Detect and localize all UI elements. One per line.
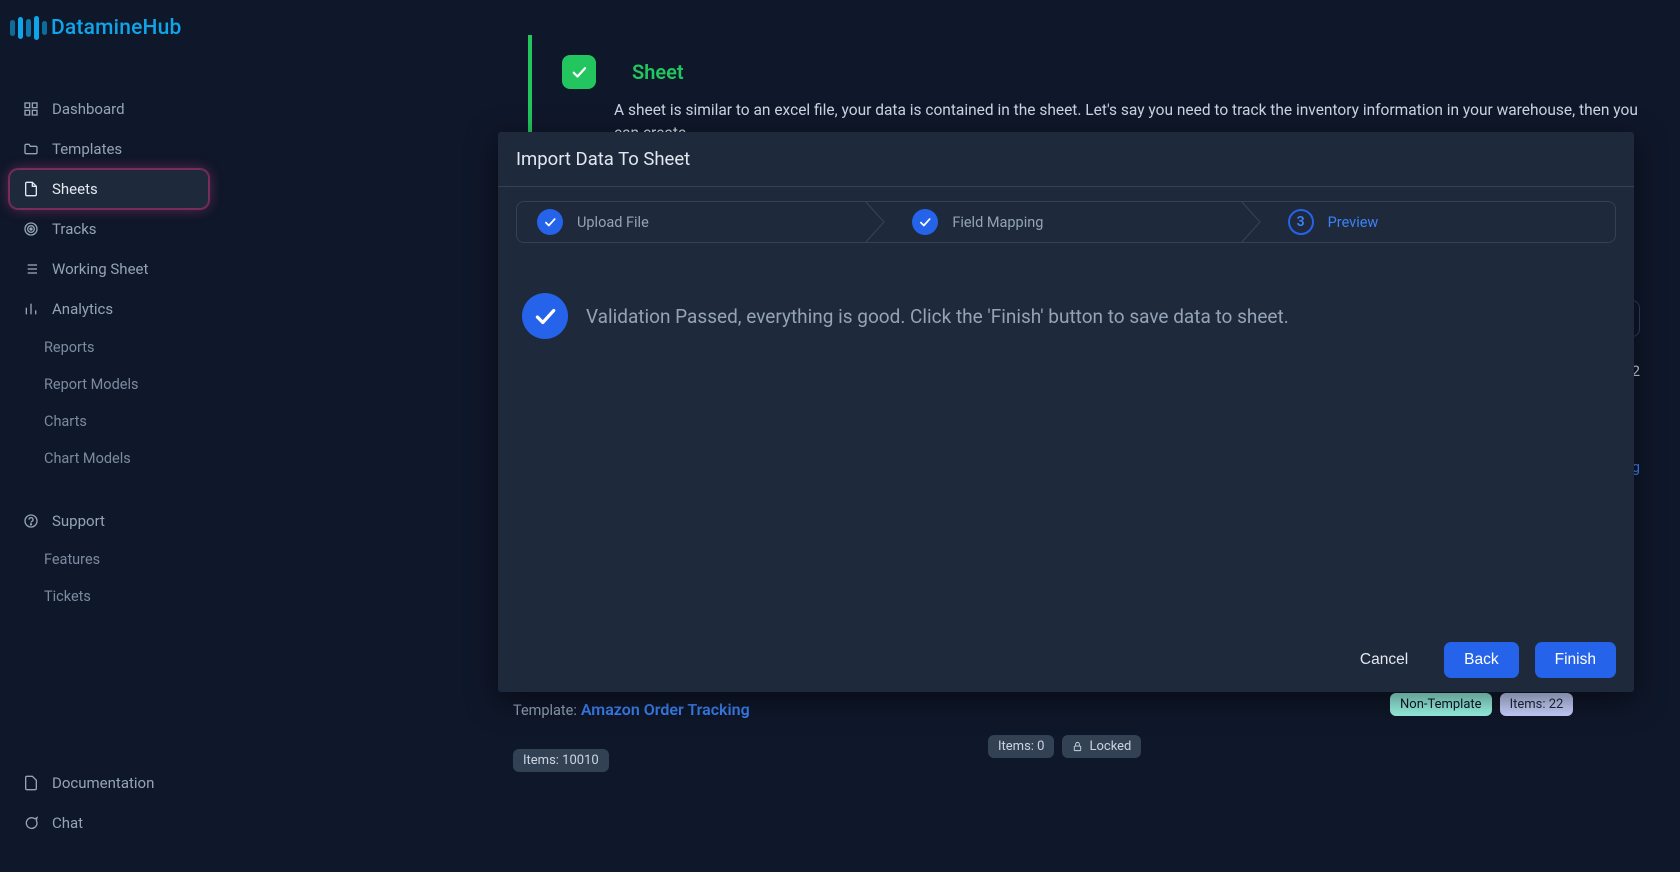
check-icon xyxy=(912,209,938,235)
target-icon xyxy=(22,220,40,238)
items-count-badge: Items: 0 xyxy=(988,735,1054,758)
check-icon xyxy=(562,55,596,89)
items-count-badge: Items: 22 xyxy=(1500,693,1574,716)
sidebar-item-tracks[interactable]: Tracks xyxy=(10,210,208,248)
sidebar-item-label: Templates xyxy=(52,140,122,158)
file-icon xyxy=(22,180,40,198)
sidebar-item-label: Dashboard xyxy=(52,100,125,118)
step-separator xyxy=(864,201,892,243)
step-separator xyxy=(1240,201,1268,243)
step-number: 3 xyxy=(1288,209,1314,235)
logo-icon xyxy=(10,16,47,40)
locked-label: Locked xyxy=(1089,739,1131,754)
sidebar-sub-chart-models[interactable]: Chart Models xyxy=(10,441,208,476)
brand-name: DatamineHub xyxy=(51,16,182,40)
back-button[interactable]: Back xyxy=(1444,642,1518,678)
sidebar-item-templates[interactable]: Templates xyxy=(10,130,208,168)
import-data-modal: Import Data To Sheet Upload File Field M… xyxy=(498,132,1634,692)
sidebar-item-sheets[interactable]: Sheets xyxy=(10,170,208,208)
validation-message: Validation Passed, everything is good. C… xyxy=(586,305,1289,328)
bars-icon xyxy=(22,300,40,318)
step-preview[interactable]: 3 Preview xyxy=(1268,209,1615,235)
check-icon xyxy=(522,293,568,339)
check-icon xyxy=(537,209,563,235)
sidebar-sub-features[interactable]: Features xyxy=(10,542,208,577)
main-content: Sheet A sheet is similar to an excel fil… xyxy=(218,0,1680,872)
cancel-button[interactable]: Cancel xyxy=(1340,642,1428,678)
step-label: Upload File xyxy=(577,214,649,231)
sidebar-item-documentation[interactable]: Documentation xyxy=(10,764,208,802)
sidebar-item-label: Chat xyxy=(52,814,83,832)
validation-status: Validation Passed, everything is good. C… xyxy=(522,293,1610,339)
finish-button[interactable]: Finish xyxy=(1535,642,1616,678)
lock-icon xyxy=(1072,741,1083,752)
sidebar-sub-reports[interactable]: Reports xyxy=(10,330,208,365)
items-count-badge: Items: 10010 xyxy=(513,749,609,772)
hint-title: Sheet xyxy=(632,60,684,84)
template-link[interactable]: Amazon Order Tracking xyxy=(581,700,750,719)
locked-badge: Locked xyxy=(1062,735,1141,758)
import-stepper: Upload File Field Mapping 3 Preview xyxy=(516,201,1616,243)
sidebar-item-label: Support xyxy=(52,512,105,530)
chat-icon xyxy=(22,814,40,832)
sidebar-item-label: Working Sheet xyxy=(52,260,148,278)
list-icon xyxy=(22,260,40,278)
sidebar-sub-report-models[interactable]: Report Models xyxy=(10,367,208,402)
sidebar-item-label: Tracks xyxy=(52,220,97,238)
step-upload-file[interactable]: Upload File xyxy=(517,209,864,235)
sidebar-item-support[interactable]: Support xyxy=(10,502,208,540)
doc-icon xyxy=(22,774,40,792)
modal-body: Validation Passed, everything is good. C… xyxy=(498,243,1634,628)
brand-logo[interactable]: DatamineHub xyxy=(0,8,218,60)
modal-footer: Cancel Back Finish xyxy=(498,628,1634,692)
sidebar-bottom: Documentation Chat xyxy=(0,764,218,872)
card-fragment-1: Template: Amazon Order Tracking Items: 1… xyxy=(513,700,933,772)
sidebar-item-label: Documentation xyxy=(52,774,154,792)
sidebar-item-dashboard[interactable]: Dashboard xyxy=(10,90,208,128)
grid-icon xyxy=(22,100,40,118)
card-fragment-2: Items: 0 Locked xyxy=(988,735,1388,758)
primary-nav: Dashboard Templates Sheets Tracks xyxy=(0,60,218,614)
folder-icon xyxy=(22,140,40,158)
sidebar-item-chat[interactable]: Chat xyxy=(10,804,208,842)
sidebar: DatamineHub Dashboard Templates Sheets xyxy=(0,0,218,872)
sidebar-item-analytics[interactable]: Analytics xyxy=(10,290,208,328)
step-field-mapping[interactable]: Field Mapping xyxy=(892,209,1239,235)
help-icon xyxy=(22,512,40,530)
sidebar-item-working-sheet[interactable]: Working Sheet xyxy=(10,250,208,288)
modal-title: Import Data To Sheet xyxy=(498,132,1634,187)
step-label: Field Mapping xyxy=(952,214,1043,231)
step-label: Preview xyxy=(1328,214,1379,231)
sidebar-sub-charts[interactable]: Charts xyxy=(10,404,208,439)
sidebar-sub-tickets[interactable]: Tickets xyxy=(10,579,208,614)
sidebar-item-label: Sheets xyxy=(52,180,98,198)
sidebar-item-label: Analytics xyxy=(52,300,113,318)
template-label: Template: xyxy=(513,702,577,719)
non-template-badge: Non-Template xyxy=(1390,693,1492,716)
